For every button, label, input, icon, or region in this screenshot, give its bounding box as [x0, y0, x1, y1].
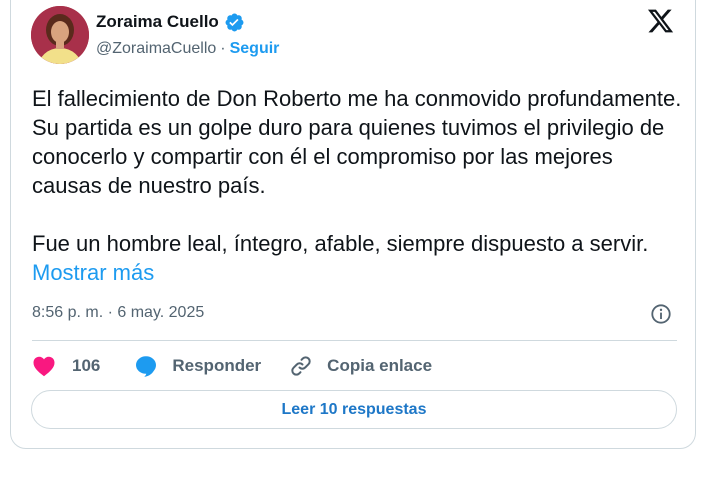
- reply-label: Responder: [172, 356, 262, 375]
- avatar-image: [31, 6, 89, 64]
- action-bar: 106 Responder Copia enlace: [32, 352, 432, 380]
- follow-button[interactable]: Seguir: [230, 40, 280, 58]
- reply-button[interactable]: Responder: [134, 354, 261, 378]
- like-button[interactable]: 106: [32, 355, 100, 377]
- divider: [32, 340, 677, 341]
- author-handle-row: @ZoraimaCuello · Seguir: [96, 40, 279, 58]
- copy-link-button[interactable]: Copia enlace: [289, 354, 432, 378]
- x-logo-icon[interactable]: [646, 7, 675, 35]
- avatar[interactable]: [31, 6, 89, 64]
- separator-dot: ·: [220, 40, 226, 57]
- tweet-timestamp[interactable]: 8:56 p. m. · 6 may. 2025: [32, 304, 204, 322]
- speech-bubble-icon: [134, 354, 158, 378]
- tweet-text: El fallecimiento de Don Roberto me ha co…: [32, 84, 682, 287]
- tweet-paragraph-2-text: Fue un hombre leal, íntegro, afable, sie…: [32, 231, 649, 256]
- author-handle[interactable]: @ZoraimaCuello: [96, 40, 216, 58]
- heart-icon: [32, 355, 56, 377]
- tweet-paragraph-1: El fallecimiento de Don Roberto me ha co…: [32, 86, 682, 198]
- like-count: 106: [72, 356, 101, 375]
- info-icon[interactable]: [650, 303, 672, 325]
- author-display-name[interactable]: Zoraima Cuello: [96, 12, 219, 32]
- copy-link-label: Copia enlace: [327, 356, 433, 375]
- tweet-paragraph-2: Fue un hombre leal, íntegro, afable, sie…: [32, 229, 682, 287]
- show-more-link[interactable]: Mostrar más: [32, 260, 154, 285]
- read-replies-button[interactable]: Leer 10 respuestas: [31, 390, 677, 429]
- verified-badge-icon: [224, 12, 245, 33]
- link-icon: [289, 354, 313, 378]
- author-name-row: Zoraima Cuello: [96, 11, 245, 33]
